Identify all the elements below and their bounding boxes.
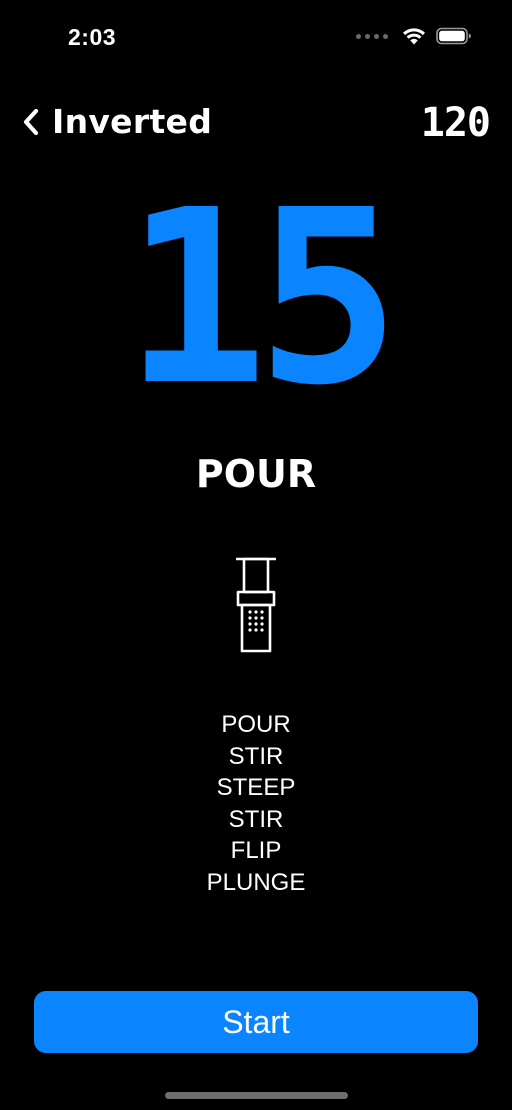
start-button[interactable]: Start — [34, 991, 478, 1053]
chevron-left-icon — [23, 108, 39, 135]
step-item: POUR — [221, 711, 291, 738]
nav-title: Inverted — [52, 102, 213, 141]
current-step-label: POUR — [195, 452, 317, 496]
home-indicator[interactable] — [165, 1092, 348, 1099]
aeropress-icon — [236, 557, 276, 653]
step-item: STEEP — [216, 774, 296, 802]
countdown-timer: 15 — [123, 158, 401, 438]
step-item: FLIP — [230, 837, 282, 865]
battery-icon — [436, 27, 471, 45]
status-icons — [356, 27, 472, 45]
wifi-icon — [403, 28, 425, 45]
step-item: STIR — [228, 742, 284, 770]
step-item: PLUNGE — [206, 868, 306, 896]
back-button[interactable]: Inverted — [20, 102, 212, 141]
step-item: STIR — [228, 805, 284, 833]
total-time: 120 — [420, 100, 491, 146]
steps-list: POUR STIR STEEP STIR FLIP PLUNGE — [0, 709, 512, 899]
status-time: 2:03 — [68, 24, 117, 50]
signal-dots-icon — [356, 33, 388, 39]
